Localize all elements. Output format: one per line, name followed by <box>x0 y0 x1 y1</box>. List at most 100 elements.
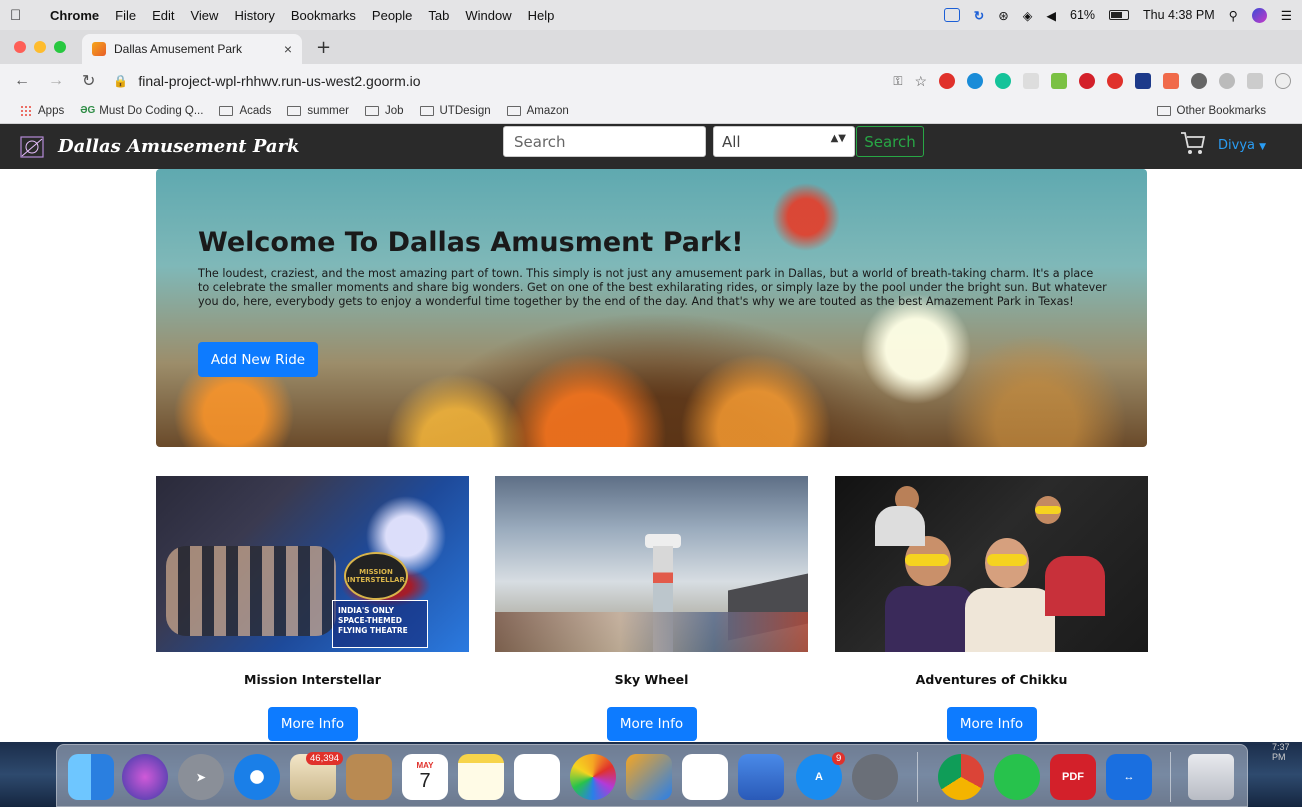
trash-icon[interactable] <box>1188 754 1234 800</box>
caret-down-icon: ▼ <box>1259 142 1267 152</box>
extension-icon-10[interactable] <box>1191 73 1208 89</box>
menu-bookmarks[interactable]: Bookmarks <box>291 8 356 23</box>
menu-edit[interactable]: Edit <box>152 8 174 23</box>
sync-icon[interactable]: ↻ <box>974 8 984 23</box>
folder-icon <box>287 105 302 116</box>
finder-icon[interactable] <box>68 754 114 800</box>
more-info-button[interactable]: More Info <box>267 707 358 741</box>
extension-icon-7[interactable] <box>1107 73 1124 89</box>
pdf-icon[interactable]: PDF <box>1050 754 1096 800</box>
extension-icon-11[interactable] <box>1219 73 1236 89</box>
other-bookmarks[interactable]: Other Bookmarks <box>1156 105 1266 117</box>
extension-icon-8[interactable] <box>1135 73 1152 89</box>
volume-icon[interactable]: ◀ <box>1046 8 1056 23</box>
maximize-window-icon[interactable] <box>54 41 66 53</box>
menu-window[interactable]: Window <box>465 8 511 23</box>
extension-icon-9[interactable] <box>1163 73 1180 89</box>
grammarly-extension-icon[interactable] <box>995 73 1012 89</box>
mail-badge: 46,394 <box>306 752 344 765</box>
back-icon[interactable]: ← <box>14 72 30 90</box>
extension-icon-12[interactable] <box>1247 73 1264 89</box>
adblock-extension-icon[interactable] <box>1079 73 1096 89</box>
launchpad-icon[interactable]: ➤ <box>178 754 224 800</box>
menu-file[interactable]: File <box>115 8 136 23</box>
skype-extension-icon[interactable] <box>967 73 984 89</box>
calendar-day: 7 <box>419 770 431 792</box>
bookmark-utdesign[interactable]: UTDesign <box>419 105 491 117</box>
reload-icon[interactable]: ↻ <box>82 71 95 91</box>
url-text: final-project-wpl-rhhwv.run-us-west2.goo… <box>138 73 421 89</box>
close-tab-icon[interactable]: × <box>284 41 292 57</box>
reminders-icon[interactable] <box>514 754 560 800</box>
minimize-window-icon[interactable] <box>34 41 46 53</box>
bookmark-acads[interactable]: Acads <box>219 105 271 117</box>
notes-icon[interactable] <box>458 754 504 800</box>
more-info-button[interactable]: More Info <box>946 707 1037 741</box>
menu-people[interactable]: People <box>372 8 412 23</box>
menu-view[interactable]: View <box>190 8 218 23</box>
corner-time: 7:37 PM <box>1272 742 1290 762</box>
menu-tab[interactable]: Tab <box>428 8 449 23</box>
more-info-button[interactable]: More Info <box>606 707 697 741</box>
notification-center-icon[interactable]: ☰ <box>1281 8 1292 23</box>
opera-extension-icon[interactable] <box>939 73 956 89</box>
apple-icon[interactable]:  <box>10 7 28 24</box>
ride-title: Adventures of Chikku <box>915 672 1068 687</box>
bookmark-summer[interactable]: summer <box>287 105 349 117</box>
siri-icon[interactable] <box>122 754 168 800</box>
contacts-icon[interactable] <box>346 754 392 800</box>
whatsapp-icon[interactable] <box>994 754 1040 800</box>
teamviewer-icon[interactable]: ↔ <box>1106 754 1152 800</box>
window-controls <box>14 41 66 53</box>
photo-caption: INDIA'S ONLY SPACE-THEMED FLYING THEATRE <box>332 600 428 648</box>
shirt <box>965 588 1055 652</box>
wifi-icon[interactable]: ◈ <box>1023 8 1033 23</box>
extension-icon-4[interactable] <box>1023 73 1040 89</box>
clock[interactable]: Thu 4:38 PM <box>1143 8 1215 22</box>
bookmark-coding[interactable]: ƏG Must Do Coding Q... <box>80 105 203 117</box>
dock-separator <box>1170 752 1171 802</box>
pages-icon[interactable] <box>626 754 672 800</box>
chrome-icon[interactable] <box>938 754 984 800</box>
safari-icon[interactable] <box>234 754 280 800</box>
close-window-icon[interactable] <box>14 41 26 53</box>
bookmark-apps[interactable]: Apps <box>20 104 64 117</box>
search-input[interactable]: Search <box>503 126 706 157</box>
battery-icon[interactable] <box>1109 10 1130 20</box>
screen-share-icon[interactable] <box>943 8 960 22</box>
bookmark-amazon[interactable]: Amazon <box>506 105 569 117</box>
calendar-icon[interactable]: MAY 7 <box>402 754 448 800</box>
battery-percent: 61% <box>1070 8 1096 22</box>
menu-help[interactable]: Help <box>528 8 555 23</box>
tab-strip: Dallas Amusement Park × + <box>0 30 1302 64</box>
key-icon[interactable]: ⚿ <box>893 74 902 89</box>
bookmark-job[interactable]: Job <box>364 105 404 117</box>
extension-icon-5[interactable] <box>1051 73 1068 89</box>
menu-history[interactable]: History <box>234 8 274 23</box>
bookmark-star-icon[interactable]: ☆ <box>915 73 928 90</box>
numbers-icon[interactable] <box>682 754 728 800</box>
bookmark-label: Must Do Coding Q... <box>99 104 204 117</box>
search-button[interactable]: Search <box>856 126 924 157</box>
add-new-ride-button[interactable]: Add New Ride <box>198 342 318 377</box>
dock-separator <box>917 752 918 802</box>
menu-app[interactable]: Chrome <box>50 8 99 23</box>
siri-icon[interactable] <box>1251 7 1267 23</box>
system-preferences-icon[interactable] <box>852 754 898 800</box>
extension-icon-13[interactable] <box>1275 73 1292 89</box>
url-input[interactable]: 🔒 final-project-wpl-rhhwv.run-us-west2.g… <box>113 68 893 94</box>
category-select[interactable]: All ▲▼ <box>713 126 855 157</box>
user-menu[interactable]: Divya ▼ <box>1218 138 1266 153</box>
keynote-icon[interactable] <box>738 754 784 800</box>
site-brand[interactable]: Dallas Amusement Park <box>58 136 300 157</box>
forward-icon[interactable]: → <box>48 72 64 90</box>
lock-icon[interactable]: 🔒 <box>113 74 128 88</box>
spotlight-icon[interactable]: ⚲ <box>1229 8 1238 23</box>
bookmark-label: Acads <box>239 104 272 117</box>
photos-icon[interactable] <box>570 754 616 800</box>
bookmark-label: summer <box>307 104 349 117</box>
browser-tab[interactable]: Dallas Amusement Park × <box>82 34 302 64</box>
new-tab-icon[interactable]: + <box>316 37 331 58</box>
bluetooth-icon[interactable]: ⊛ <box>998 8 1008 23</box>
cart-icon[interactable] <box>1180 130 1206 156</box>
